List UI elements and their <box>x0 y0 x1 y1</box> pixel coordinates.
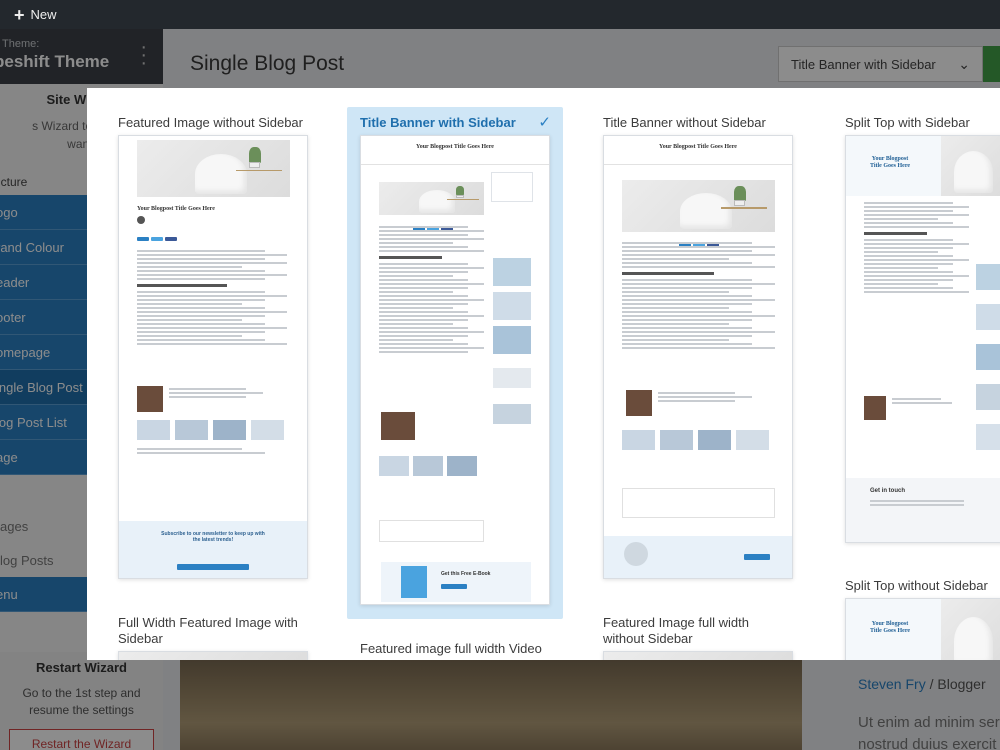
split-post-title: Your Blogpost Title Goes Here <box>860 156 920 170</box>
layout-card-title: Full Width Featured Image with Sidebar <box>118 615 298 646</box>
layout-card-title: Featured Image full width without Sideba… <box>603 615 749 646</box>
layout-thumbnail[interactable]: Your Blogpost Title Goes Here <box>360 135 550 605</box>
layout-thumbnail[interactable]: Your Blogpost Title Goes Here Subscribe … <box>118 135 308 579</box>
get-in-touch-title: Get in touch <box>870 488 905 494</box>
post-title: Your Blogpost Title Goes Here <box>659 144 737 150</box>
hero-image <box>622 180 775 232</box>
split-title-line-2: Title Goes Here <box>869 628 911 634</box>
layout-card-featured-image-full-width-without-sidebar[interactable]: Featured Image full width without Sideba… <box>603 615 793 660</box>
post-title: Your Blogpost Title Goes Here <box>416 144 494 150</box>
layout-card-title-banner-with-sidebar[interactable]: Title Banner with Sidebar ✓ Your Blogpos… <box>347 107 563 619</box>
layout-card-title: Split Top without Sidebar <box>845 578 988 593</box>
hero-image <box>941 599 1000 660</box>
post-title: Your Blogpost Title Goes Here <box>137 206 215 212</box>
layout-card-full-width-featured-image-with-sidebar[interactable]: Full Width Featured Image with Sidebar <box>118 615 308 660</box>
layout-picker-modal: Featured Image without Sidebar Your Blog… <box>87 88 1000 660</box>
plus-icon[interactable]: + <box>14 6 25 24</box>
layout-thumbnail[interactable]: Your Blogpost Title Goes Here Get in tou… <box>845 135 1000 543</box>
hero-image <box>941 136 1000 196</box>
split-title-line-1: Your Blogpost <box>871 156 909 162</box>
layout-thumbnail[interactable] <box>118 651 308 660</box>
layout-card-title: Featured Image without Sidebar <box>118 115 303 130</box>
newsletter-text: Subscribe to our newsletter to keep up w… <box>161 531 265 543</box>
layout-card-featured-image-without-sidebar[interactable]: Featured Image without Sidebar Your Blog… <box>118 115 308 585</box>
admin-top-bar: + New <box>0 0 1000 29</box>
split-post-title: Your Blogpost Title Goes Here <box>860 621 920 635</box>
split-title-line-2: Title Goes Here <box>869 163 911 169</box>
layout-thumbnail[interactable]: Your Blogpost Title Goes Here <box>603 135 793 579</box>
layout-card-split-top-with-sidebar[interactable]: Split Top with Sidebar Your Blogpost Tit… <box>845 115 1000 545</box>
ebook-title: Get this Free E-Book <box>441 571 491 577</box>
new-link[interactable]: New <box>31 7 57 22</box>
hero-image <box>379 182 484 215</box>
layout-card-title: Title Banner without Sidebar <box>603 115 766 130</box>
layout-thumbnail[interactable] <box>603 651 793 660</box>
layout-card-split-top-without-sidebar[interactable]: Split Top without Sidebar Your Blogpost … <box>845 578 1000 660</box>
checkmark-icon: ✓ <box>538 114 551 131</box>
layout-card-featured-image-full-width-video[interactable]: Featured image full width Video <box>360 641 550 660</box>
layout-card-title: Featured image full width Video <box>360 641 542 656</box>
layout-thumbnail[interactable]: Your Blogpost Title Goes Here <box>845 598 1000 660</box>
hero-image <box>137 140 290 197</box>
layout-card-title: Title Banner with Sidebar <box>360 115 516 130</box>
layout-card-title: Split Top with Sidebar <box>845 115 970 130</box>
layout-card-title-banner-without-sidebar[interactable]: Title Banner without Sidebar Your Blogpo… <box>603 115 793 585</box>
split-title-line-1: Your Blogpost <box>871 621 909 627</box>
